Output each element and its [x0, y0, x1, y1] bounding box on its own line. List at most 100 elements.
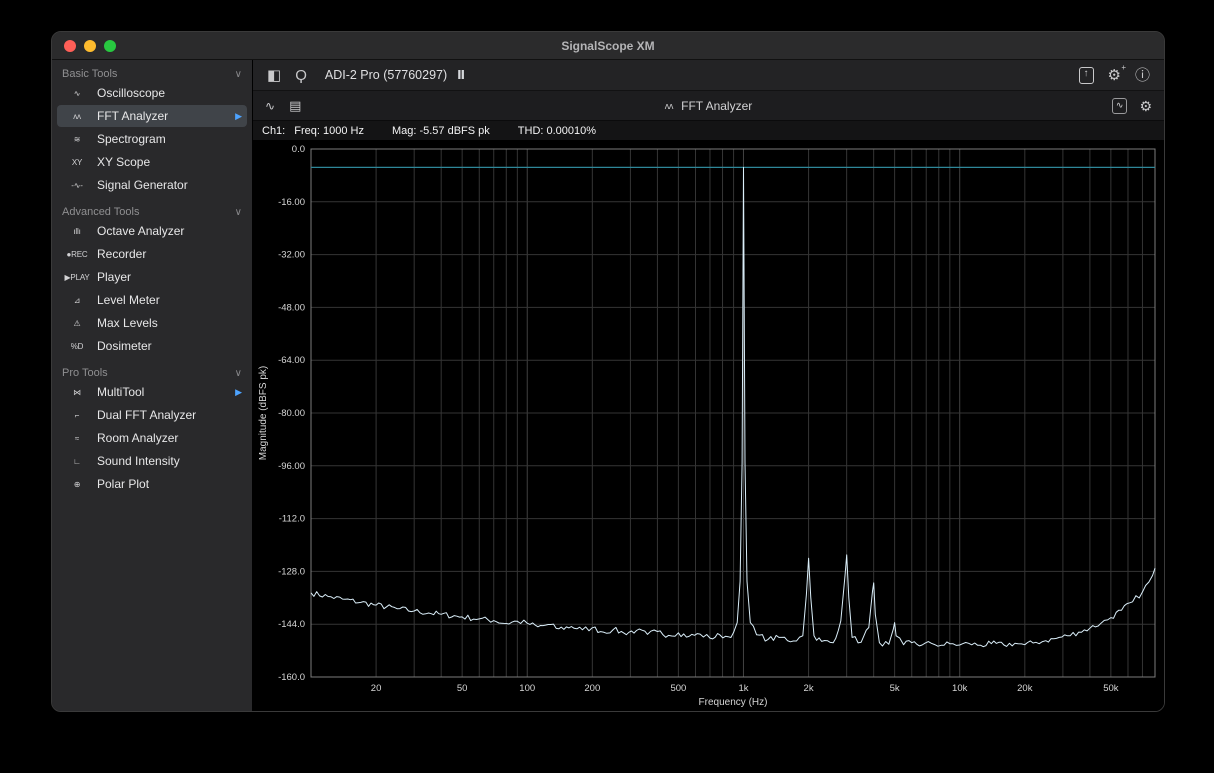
- sidebar-item-xy-scope[interactable]: XY XY Scope: [57, 151, 247, 173]
- svg-text:20: 20: [371, 683, 382, 694]
- spectrogram-icon: ≋: [62, 135, 92, 144]
- device-label: ADI-2 Pro (57760297): [325, 68, 447, 82]
- svg-text:-64.00: -64.00: [278, 355, 305, 366]
- sidebar-section-header-advanced-tools[interactable]: Advanced Tools ∨: [62, 206, 242, 218]
- player-icon: ▶PLAY: [62, 273, 92, 282]
- sidebar-item-label: XY Scope: [97, 155, 150, 169]
- measurement-readout: Ch1: Freq: 1000 Hz Mag: -5.57 dBFS pk TH…: [253, 121, 1164, 141]
- sidebar-item-label: Octave Analyzer: [97, 224, 184, 238]
- traffic-lights: [52, 40, 116, 52]
- window-title: SignalScope XM: [52, 39, 1164, 53]
- fft-analyzer-icon: ʌʌ: [665, 101, 673, 111]
- input-device-icon[interactable]: Ϙ: [295, 68, 307, 83]
- svg-text:-144.0: -144.0: [278, 619, 305, 630]
- zoom-button[interactable]: [104, 40, 116, 52]
- svg-text:1k: 1k: [738, 683, 748, 694]
- sound-intensity-icon: ∟: [62, 457, 92, 466]
- sidebar-item-max-levels[interactable]: ⚠ Max Levels: [57, 312, 247, 334]
- svg-text:-16.00: -16.00: [278, 197, 305, 208]
- oscilloscope-icon: ∿: [62, 89, 92, 98]
- dual-fft-analyzer-icon: ⌐: [62, 411, 92, 420]
- plot-display-toggle-icon[interactable]: ∿: [1112, 98, 1128, 114]
- channel-label: Ch1:: [262, 125, 285, 137]
- sidebar-item-label: Signal Generator: [97, 178, 188, 192]
- main-toolbar: ◧ Ϙ ADI-2 Pro (57760297) Ⅱ ↑ ⚙+ ⓘ: [253, 60, 1164, 91]
- sidebar-item-label: Player: [97, 270, 131, 284]
- pause-icon[interactable]: Ⅱ: [457, 68, 466, 82]
- tool-title-group: ʌʌ FFT Analyzer: [665, 99, 753, 113]
- sidebar-item-room-analyzer[interactable]: ≈Room Analyzer: [57, 427, 247, 449]
- freq-readout: Freq: 1000 Hz: [294, 125, 364, 137]
- sidebar-item-dual-fft-analyzer[interactable]: ⌐ Dual FFT Analyzer: [57, 404, 247, 426]
- chevron-down-icon: ∨: [235, 207, 242, 218]
- svg-text:50: 50: [457, 683, 468, 694]
- svg-text:-112.0: -112.0: [279, 514, 305, 525]
- sidebar-item-level-meter[interactable]: ⊿Level Meter: [57, 289, 247, 311]
- svg-text:Magnitude (dBFS pk): Magnitude (dBFS pk): [258, 366, 269, 461]
- dosimeter-icon: %D: [62, 342, 92, 351]
- chevron-down-icon: ∨: [235, 69, 242, 80]
- sidebar-item-recorder[interactable]: ●RECRecorder: [57, 243, 247, 265]
- waveform-icon[interactable]: ∿: [265, 100, 275, 112]
- info-icon[interactable]: ⓘ: [1135, 68, 1150, 83]
- tool-toolbar: ∿ ▤ ʌʌ FFT Analyzer ∿ ⚙: [253, 91, 1164, 121]
- svg-text:-160.0: -160.0: [278, 672, 305, 683]
- sidebar-section-label: Pro Tools: [62, 367, 108, 379]
- submenu-arrow-icon: ▶: [235, 387, 242, 398]
- sidebar-item-label: Dual FFT Analyzer: [97, 408, 196, 422]
- tool-toolbar-right: ∿ ⚙: [1112, 98, 1152, 114]
- sidebar-item-player[interactable]: ▶PLAY Player: [57, 266, 247, 288]
- svg-text:50k: 50k: [1103, 683, 1119, 694]
- sidebar-toggle-icon[interactable]: ◧: [267, 68, 281, 83]
- sidebar-section-label: Basic Tools: [62, 68, 117, 80]
- sidebar-item-oscilloscope[interactable]: ∿ Oscilloscope: [57, 82, 247, 104]
- fft-plot-svg: 0.0-16.00-32.00-48.00-64.00-80.00-96.00-…: [253, 141, 1164, 711]
- sidebar-item-octave-analyzer[interactable]: ıllı Octave Analyzer: [57, 220, 247, 242]
- sidebar-item-label: Oscilloscope: [97, 86, 165, 100]
- polar-plot-icon: ⊕: [62, 480, 92, 489]
- gear-badge-icon: +: [1121, 64, 1126, 72]
- sidebar-item-label: Room Analyzer: [97, 431, 178, 445]
- svg-text:100: 100: [519, 683, 535, 694]
- sidebar-section-label: Advanced Tools: [62, 206, 139, 218]
- recorder-icon: ●REC: [62, 250, 92, 259]
- svg-text:-48.00: -48.00: [278, 302, 305, 313]
- svg-text:10k: 10k: [952, 683, 968, 694]
- desktop: SignalScope XM Basic Tools ∨ ∿ Oscilloscope…: [0, 0, 1214, 773]
- signalscope-window: SignalScope XM Basic Tools ∨ ∿ Oscilloscope…: [51, 31, 1165, 712]
- sidebar-item-fft-analyzer[interactable]: ʌʌFFT Analyzer▶: [57, 105, 247, 127]
- mag-readout: Mag: -5.57 dBFS pk: [392, 125, 490, 137]
- sidebar-item-label: Polar Plot: [97, 477, 149, 491]
- minimize-button[interactable]: [84, 40, 96, 52]
- sidebar-item-label: Spectrogram: [97, 132, 166, 146]
- sidebar-item-signal-generator[interactable]: -∿-Signal Generator: [57, 174, 247, 196]
- max-levels-icon: ⚠: [62, 319, 92, 328]
- sidebar-item-multitool[interactable]: ⋈MultiTool▶: [57, 381, 247, 403]
- sidebar-item-label: Dosimeter: [97, 339, 152, 353]
- sidebar-item-dosimeter[interactable]: %D Dosimeter: [57, 335, 247, 357]
- sidebar-item-polar-plot[interactable]: ⊕ Polar Plot: [57, 473, 247, 495]
- main-area: ◧ Ϙ ADI-2 Pro (57760297) Ⅱ ↑ ⚙+ ⓘ ∿ ▤: [253, 60, 1164, 711]
- sidebar-section-header-pro-tools[interactable]: Pro Tools∨: [62, 367, 242, 379]
- sidebar: Basic Tools ∨ ∿ Oscilloscope ʌʌFFT Analyzer▶…: [52, 60, 253, 711]
- svg-text:500: 500: [670, 683, 686, 694]
- close-button[interactable]: [64, 40, 76, 52]
- thd-readout: THD: 0.00010%: [518, 125, 596, 137]
- sidebar-item-spectrogram[interactable]: ≋ Spectrogram: [57, 128, 247, 150]
- sidebar-item-label: Level Meter: [97, 293, 160, 307]
- tool-title: FFT Analyzer: [681, 99, 752, 113]
- svg-text:-128.0: -128.0: [278, 566, 305, 577]
- svg-text:200: 200: [584, 683, 600, 694]
- octave-analyzer-icon: ıllı: [62, 227, 92, 236]
- share-icon[interactable]: ↑: [1079, 67, 1094, 84]
- tool-settings-icon[interactable]: ⚙+: [1108, 68, 1121, 83]
- snapshot-icon[interactable]: ▤: [289, 99, 301, 112]
- sidebar-section-header-basic-tools[interactable]: Basic Tools ∨: [62, 68, 242, 80]
- fft-spectrum-plot[interactable]: 0.0-16.00-32.00-48.00-64.00-80.00-96.00-…: [253, 141, 1164, 711]
- plot-settings-gear-icon[interactable]: ⚙: [1139, 99, 1152, 113]
- device-selector[interactable]: ADI-2 Pro (57760297) Ⅱ: [325, 68, 466, 82]
- sidebar-item-sound-intensity[interactable]: ∟Sound Intensity: [57, 450, 247, 472]
- sidebar-item-label: Max Levels: [97, 316, 158, 330]
- fft-analyzer-icon: ʌʌ: [62, 112, 92, 121]
- xy-scope-icon: XY: [62, 158, 92, 167]
